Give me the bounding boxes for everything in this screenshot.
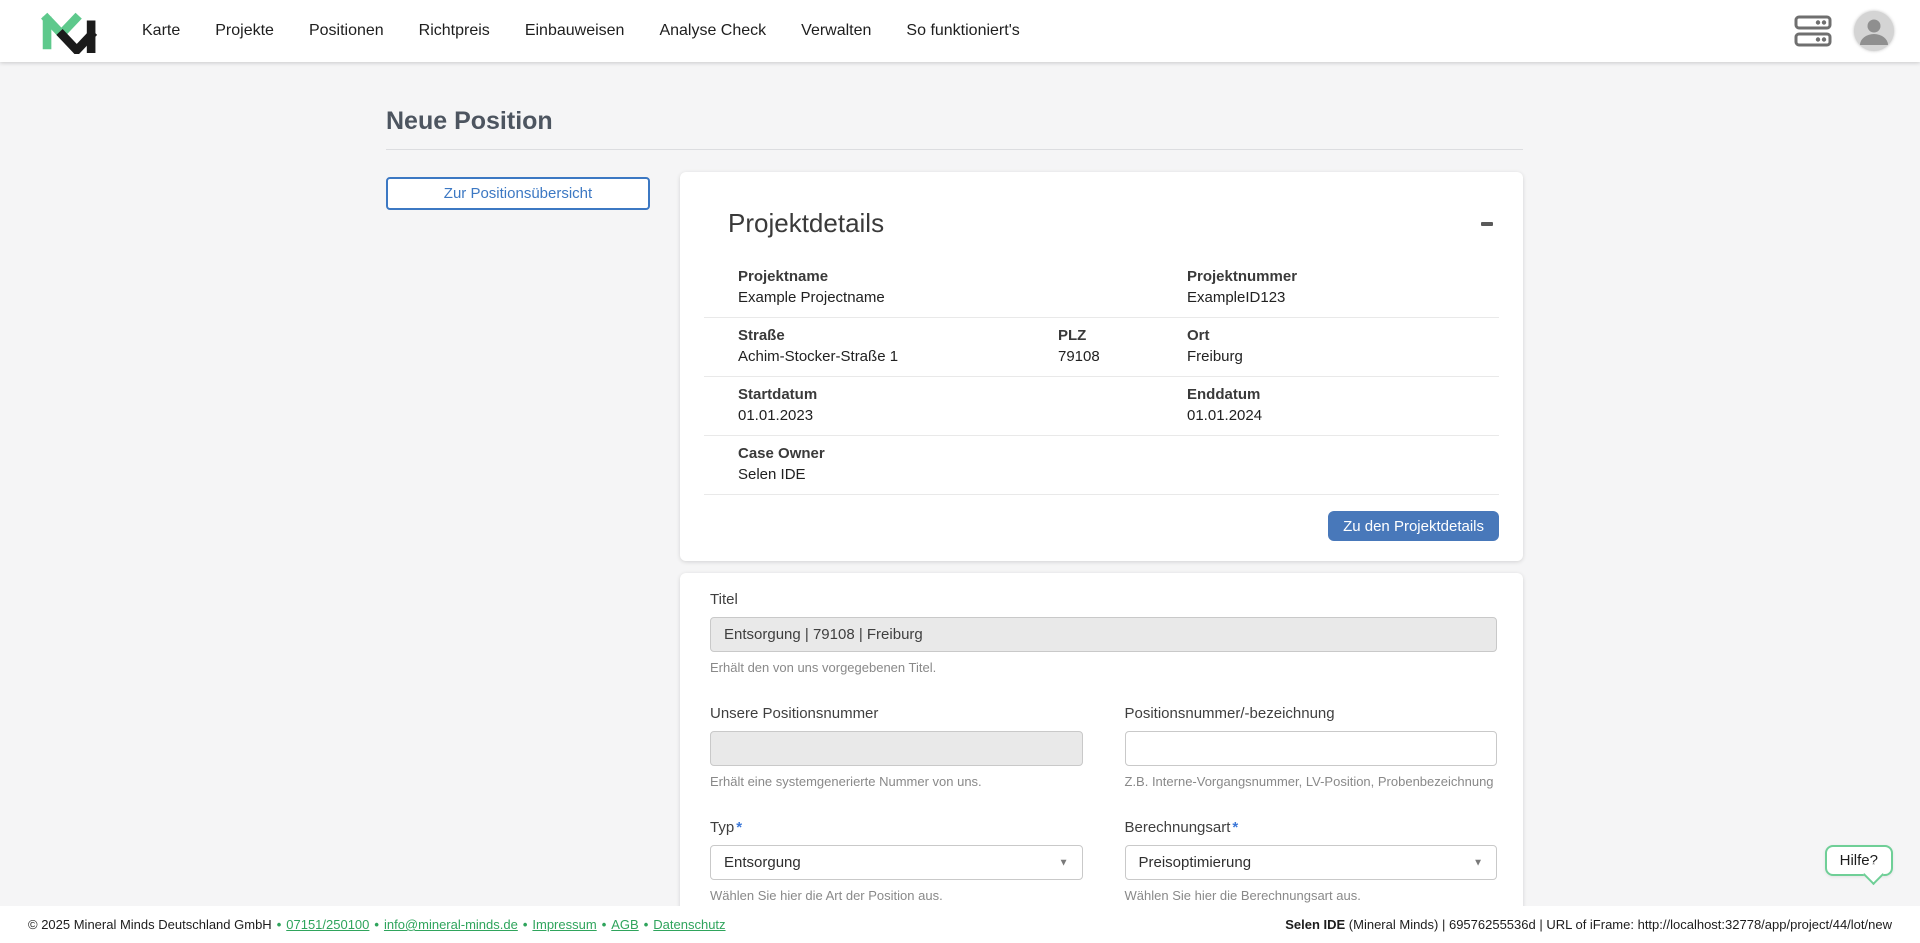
berechnungsart-select[interactable]: Preisoptimierung ▼ [1124, 845, 1497, 880]
startdatum-label: Startdatum [738, 386, 818, 403]
typ-select[interactable]: Entsorgung ▼ [710, 845, 1083, 880]
detail-row: Case Owner Selen IDE [704, 436, 1499, 495]
plz-label: PLZ [1058, 327, 1087, 344]
nav-item-karte[interactable]: Karte [142, 22, 180, 40]
enddatum-label: Enddatum [1187, 386, 1261, 403]
session-info: Selen IDE (Mineral Minds) | 69576255536d… [1285, 917, 1892, 932]
ort-value: Freiburg [1187, 348, 1243, 365]
detail-row: Projektname Example Projectname Projektn… [704, 259, 1499, 318]
plz-value: 79108 [1058, 348, 1100, 365]
chevron-down-icon: ▼ [1473, 857, 1483, 868]
detail-row: Startdatum 01.01.2023 Enddatum 01.01.202… [704, 377, 1499, 436]
footer-link-phone[interactable]: 07151/250100 [286, 917, 369, 932]
unsere-positionsnummer-helper: Erhält eine systemgenerierte Nummer von … [710, 774, 982, 789]
nav-item-einbauweisen[interactable]: Einbauweisen [525, 22, 625, 40]
positionsnummer-bezeichnung-input[interactable] [1124, 731, 1497, 766]
nav-item-positionen[interactable]: Positionen [309, 22, 384, 40]
nav-item-projekte[interactable]: Projekte [215, 22, 274, 40]
main-content: Neue Position Zur Positionsübersicht Pro… [0, 62, 1920, 906]
projektname-label: Projektname [738, 268, 829, 285]
nav-item-analyse-check[interactable]: Analyse Check [659, 22, 766, 40]
berechnungsart-helper: Wählen Sie hier die Berechnungsart aus. [1124, 888, 1361, 903]
nav-item-so-funktionierts[interactable]: So funktioniert's [906, 22, 1019, 40]
avatar-icon[interactable] [1854, 11, 1894, 51]
chevron-down-icon: ▼ [1058, 857, 1069, 868]
detail-row: Straße Achim-Stocker-Straße 1 PLZ 79108 … [704, 318, 1499, 377]
back-to-positions-button[interactable]: Zur Positionsübersicht [386, 177, 650, 210]
copyright-text: © 2025 Mineral Minds Deutschland GmbH [28, 917, 272, 932]
title-divider [386, 149, 1523, 150]
case-owner-value: Selen IDE [738, 466, 806, 483]
project-details-header[interactable]: Projektdetails [680, 172, 1523, 255]
titel-helper: Erhält den von uns vorgegebenen Titel. [710, 660, 937, 675]
projektname-value: Example Projectname [738, 289, 885, 306]
header-actions [1794, 11, 1894, 51]
go-to-project-details-button[interactable]: Zu den Projektdetails [1328, 511, 1499, 541]
typ-helper: Wählen Sie hier die Art der Position aus… [710, 888, 943, 903]
project-details-card: Projektdetails Projektname Example Proje… [680, 172, 1523, 561]
strasse-value: Achim-Stocker-Straße 1 [738, 348, 899, 365]
server-icon[interactable] [1794, 15, 1832, 47]
projektnummer-value: ExampleID123 [1187, 289, 1286, 306]
titel-input[interactable] [710, 617, 1497, 652]
footer: © 2025 Mineral Minds Deutschland GmbH • … [0, 906, 1920, 943]
required-asterisk: * [736, 819, 743, 836]
unsere-positionsnummer-input[interactable] [710, 731, 1083, 766]
required-asterisk: * [1232, 819, 1239, 836]
strasse-label: Straße [738, 327, 785, 344]
typ-select-value: Entsorgung [724, 854, 801, 871]
footer-link-email[interactable]: info@mineral-minds.de [384, 917, 518, 932]
positionsnummer-bezeichnung-label: Positionsnummer/-bezeichnung [1124, 705, 1335, 722]
main-nav: Karte Projekte Positionen Richtpreis Ein… [142, 22, 1020, 40]
nav-item-richtpreis[interactable]: Richtpreis [419, 22, 490, 40]
footer-link-agb[interactable]: AGB [611, 917, 638, 932]
footer-link-impressum[interactable]: Impressum [532, 917, 596, 932]
project-details-title: Projektdetails [728, 208, 885, 238]
positionsnummer-bezeichnung-helper: Z.B. Interne-Vorgangsnummer, LV-Position… [1124, 774, 1494, 789]
projektnummer-label: Projektnummer [1187, 268, 1298, 285]
enddatum-value: 01.01.2024 [1187, 407, 1263, 424]
typ-label: Typ * [710, 819, 743, 836]
page-title: Neue Position [386, 107, 553, 135]
top-nav-bar: Karte Projekte Positionen Richtpreis Ein… [0, 0, 1920, 62]
berechnungsart-select-value: Preisoptimierung [1138, 854, 1252, 871]
project-details-rows: Projektname Example Projectname Projektn… [704, 259, 1499, 495]
new-position-form-card: Titel Erhält den von uns vorgegebenen Ti… [680, 573, 1523, 906]
collapse-minus-icon[interactable] [1477, 214, 1497, 234]
startdatum-value: 01.01.2023 [738, 407, 814, 424]
ort-label: Ort [1187, 327, 1210, 344]
nav-item-verwalten[interactable]: Verwalten [801, 22, 871, 40]
case-owner-label: Case Owner [738, 445, 825, 462]
berechnungsart-label: Berechnungsart * [1124, 819, 1239, 836]
footer-link-datenschutz[interactable]: Datenschutz [653, 917, 725, 932]
help-button[interactable]: Hilfe? [1824, 845, 1893, 876]
titel-label: Titel [710, 591, 738, 608]
mineral-minds-logo-icon[interactable] [40, 8, 102, 54]
unsere-positionsnummer-label: Unsere Positionsnummer [710, 705, 879, 722]
